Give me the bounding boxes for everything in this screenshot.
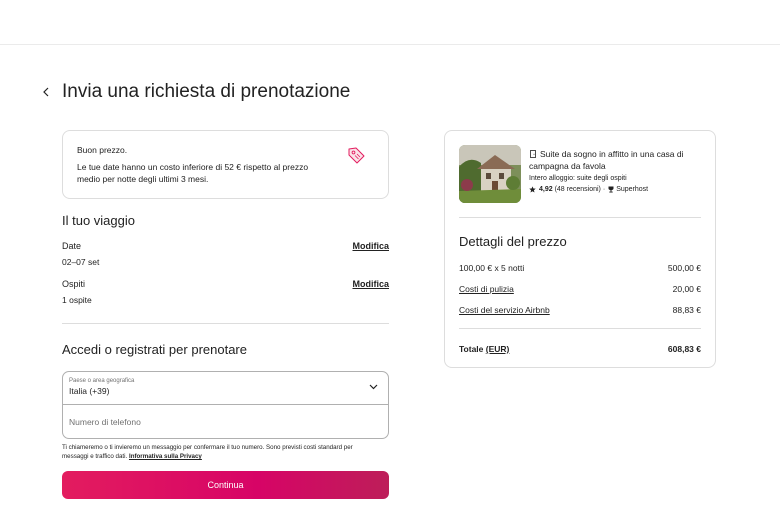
phone-field-wrapper (63, 405, 388, 438)
service-fee-link[interactable]: Costi del servizio Airbnb (459, 305, 550, 315)
edit-guests-link[interactable]: Modifica (352, 279, 389, 289)
phone-disclaimer: Ti chiameremo o ti invieremo un messaggi… (62, 443, 377, 461)
country-select[interactable]: Paese o area geografica Italia (+39) (63, 372, 388, 405)
country-select-value: Italia (+39) (69, 386, 110, 396)
listing-title-text: Suite da sogno in affitto in una casa di… (529, 149, 684, 171)
price-row-service: Costi del servizio Airbnb 88,83 € (459, 305, 701, 315)
trip-section-title: Il tuo viaggio (62, 213, 135, 228)
star-icon (529, 186, 536, 193)
superhost-badge: Superhost (616, 186, 649, 193)
privacy-policy-link[interactable]: Informativa sulla Privacy (129, 453, 202, 460)
price-tag-icon (348, 147, 365, 164)
dates-value: 02–07 set (62, 257, 100, 267)
phone-number-input[interactable] (69, 416, 382, 427)
phone-form: Paese o area geografica Italia (+39) (62, 371, 389, 439)
total-value: 608,83 € (667, 344, 701, 354)
total-label: Totale (459, 344, 484, 354)
price-row-value: 20,00 € (672, 284, 701, 294)
section-divider (62, 323, 389, 324)
listing-title: Suite da sogno in affitto in una casa di… (529, 148, 701, 172)
page-title: Invia una richiesta di prenotazione (62, 81, 351, 102)
listing-rating: 4,92 (48 recensioni) · Superhost (529, 186, 701, 193)
rating-separator: · (602, 186, 606, 193)
guests-value: 1 ospite (62, 295, 92, 305)
disclaimer-text: Ti chiameremo o ti invieremo un messaggi… (62, 444, 353, 460)
back-button[interactable] (40, 80, 52, 104)
top-bar (0, 0, 780, 45)
guests-label: Ospiti (62, 279, 86, 289)
price-row-label: 100,00 € x 5 notti (459, 263, 525, 273)
country-select-label: Paese o area geografica (69, 378, 135, 384)
listing-info: Suite da sogno in affitto in una casa di… (529, 148, 701, 203)
continue-button[interactable]: Continua (62, 471, 389, 499)
price-details-title: Dettagli del prezzo (459, 234, 567, 249)
door-icon (530, 150, 536, 158)
total-label-group: Totale (EUR) (459, 344, 509, 354)
good-price-notice: Buon prezzo. Le tue date hanno un costo … (62, 130, 389, 199)
rating-value: 4,92 (539, 186, 553, 193)
dates-label: Date (62, 241, 82, 251)
total-divider (459, 328, 701, 329)
review-count: (48 recensioni) (554, 186, 601, 193)
listing-subtitle: Intero alloggio: suite degli ospiti (529, 175, 627, 182)
price-row-nights: 100,00 € x 5 notti 500,00 € (459, 263, 701, 273)
guests-row: Ospiti 1 ospite Modifica (62, 279, 389, 305)
chevron-down-icon (369, 384, 378, 390)
notice-title: Buon prezzo. (77, 145, 128, 155)
price-row-value: 500,00 € (667, 263, 701, 273)
card-divider (459, 217, 701, 218)
page-header: Invia una richiesta di prenotazione (40, 80, 350, 104)
listing-summary: Suite da sogno in affitto in una casa di… (459, 145, 701, 203)
price-row-value: 88,83 € (672, 305, 701, 315)
total-row: Totale (EUR) 608,83 € (459, 344, 701, 354)
price-row-cleaning: Costi di pulizia 20,00 € (459, 284, 701, 294)
booking-summary-card: Suite da sogno in affitto in una casa di… (444, 130, 716, 368)
edit-dates-link[interactable]: Modifica (352, 241, 389, 251)
notice-text: Le tue date hanno un costo inferiore di … (77, 162, 309, 184)
superhost-icon (608, 186, 614, 193)
currency-link[interactable]: (EUR) (486, 344, 510, 354)
chevron-left-icon (43, 87, 49, 97)
login-section-title: Accedi o registrati per prenotare (62, 342, 247, 357)
dates-row: Date 02–07 set Modifica (62, 241, 389, 267)
cleaning-fee-link[interactable]: Costi di pulizia (459, 284, 514, 294)
listing-photo (459, 145, 521, 203)
left-column: Buon prezzo. Le tue date hanno un costo … (62, 130, 389, 499)
